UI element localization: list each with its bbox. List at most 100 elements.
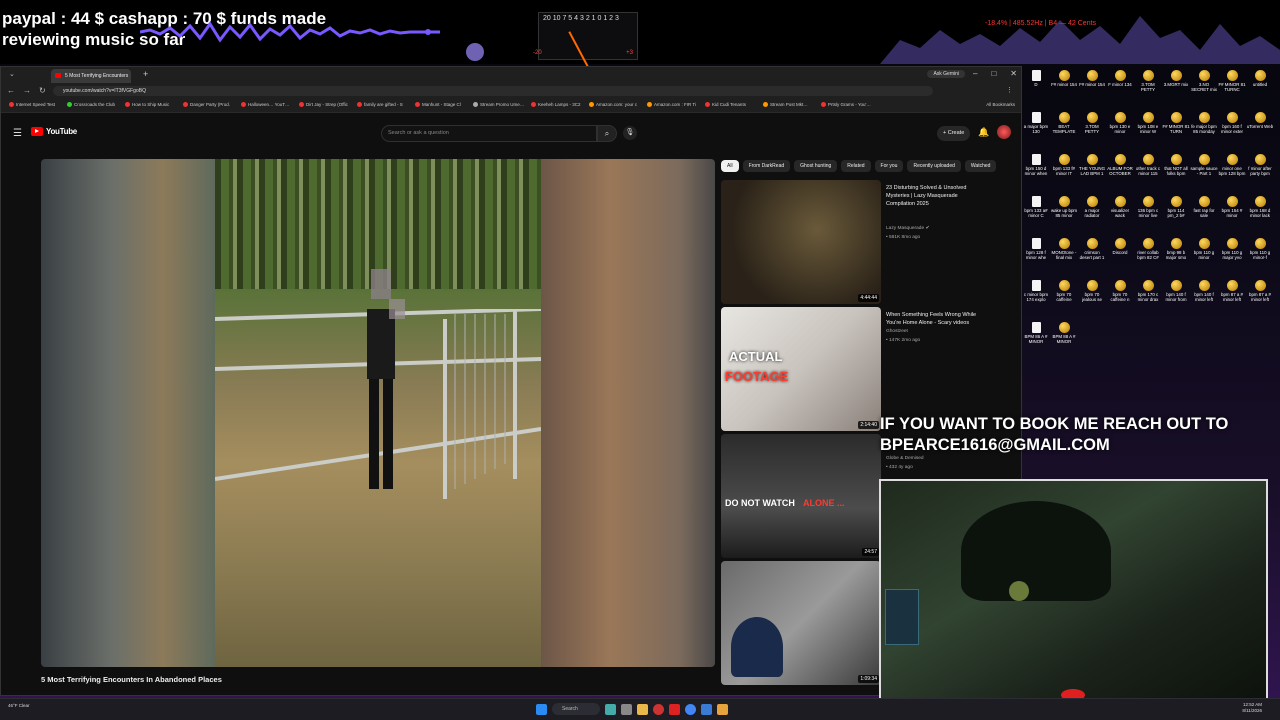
desktop-icon[interactable]: other track c minor 115: [1134, 152, 1162, 192]
bookmark-item[interactable]: family are gifted - S: [357, 102, 403, 108]
desktop-icon[interactable]: D: [1022, 68, 1050, 108]
search-button[interactable]: ⌕: [597, 125, 617, 142]
desktop-icon[interactable]: 3.TOM PETTY: [1078, 110, 1106, 150]
desktop-icon[interactable]: bpm 170 c minor drax: [1134, 278, 1162, 318]
bookmark-item[interactable]: Dirt Jay - Strep (Offic: [299, 102, 348, 108]
desktop-icon[interactable]: c minor bpm 174 explo: [1022, 278, 1050, 318]
youtube-logo[interactable]: YouTube: [31, 127, 77, 136]
desktop-icon[interactable]: bpm 110 g minor: [1190, 236, 1218, 276]
desktop-icon[interactable]: bpm 87 a # minor left: [1246, 278, 1274, 318]
recommendation-item[interactable]: ACTUAL FOOTAGE 2:14:40 When Something Fe…: [721, 307, 1021, 431]
bookmark-item[interactable]: Amazon.com : FIR Ti: [647, 102, 696, 108]
desktop-icon[interactable]: ALBUM FOR OCTOBER: [1106, 152, 1134, 192]
video-player[interactable]: [41, 159, 715, 667]
desktop-icon[interactable]: bpm 130 e minor: [1106, 110, 1134, 150]
desktop-icon[interactable]: bpm 110 g minor-f: [1246, 236, 1274, 276]
desktop-icon[interactable]: 3.MGRT mix: [1162, 68, 1190, 108]
desktop-icon[interactable]: sample sauce - Part 1: [1190, 152, 1218, 192]
ask-gemini-button[interactable]: Ask Gemini: [927, 70, 965, 78]
desktop-icon[interactable]: fe major bpm 85 monday: [1190, 110, 1218, 150]
desktop-icon[interactable]: F# minor 154: [1050, 68, 1078, 108]
desktop-icon[interactable]: fast rap for sale: [1190, 194, 1218, 234]
widgets-icon[interactable]: [621, 703, 632, 715]
desktop-icon[interactable]: river collab bpm 82 C#: [1134, 236, 1162, 276]
desktop-icon[interactable]: bpm 128 f minor whe: [1022, 236, 1050, 276]
app-icon[interactable]: [701, 703, 712, 715]
reload-icon[interactable]: ↻: [39, 86, 46, 95]
minimize-button[interactable]: –: [973, 69, 977, 78]
tab-active[interactable]: 5 Most Terrifying Encounters: [51, 69, 131, 83]
bookmark-item[interactable]: Amazon.com: your c: [589, 102, 637, 108]
bookmark-item[interactable]: Stream Post Mkt…: [763, 102, 808, 108]
app-icon[interactable]: [717, 703, 728, 715]
taskbar-search[interactable]: Search: [552, 703, 600, 715]
bookmark-item[interactable]: Keeheh Lamps - 3C2: [531, 102, 581, 108]
desktop-icon[interactable]: bpm 133 f# minor IT: [1050, 152, 1078, 192]
desktop-icon[interactable]: bpm 87 a # minor left: [1218, 278, 1246, 318]
hamburger-menu-icon[interactable]: ☰: [13, 128, 22, 139]
desktop-icon[interactable]: BPM 88 A # MINOR: [1050, 320, 1078, 360]
create-button[interactable]: + Create: [937, 126, 971, 141]
opera-icon[interactable]: [653, 703, 664, 715]
desktop-icon[interactable]: minor one bpm 128 bpm: [1218, 152, 1246, 192]
desktop-icon[interactable]: a major radiator: [1078, 194, 1106, 234]
youtube-icon[interactable]: [669, 703, 680, 715]
filter-chip[interactable]: Ghost hunting: [794, 160, 838, 172]
desktop-icon[interactable]: bpm 70 caffeine n: [1106, 278, 1134, 318]
desktop-icon[interactable]: visualizer wack: [1106, 194, 1134, 234]
bookmark-item[interactable]: Danger Party (Prod.: [183, 102, 230, 108]
bookmark-item[interactable]: Internet Speed Test: [9, 102, 55, 108]
bookmark-item[interactable]: Kid Cudi Tenants: [705, 102, 746, 108]
maximize-button[interactable]: □: [991, 69, 996, 78]
filter-chip[interactable]: For you: [874, 160, 904, 172]
desktop-icon[interactable]: bpm 168 d minor lack: [1246, 194, 1274, 234]
bookmark-item[interactable]: Stream Promo Ume…: [473, 102, 524, 108]
filter-chip[interactable]: Recently uploaded: [907, 160, 961, 172]
chrome-icon[interactable]: [685, 703, 696, 715]
desktop-icon[interactable]: bpm 70 caffeine: [1050, 278, 1078, 318]
desktop-icon[interactable]: 136 bpm c minor live: [1134, 194, 1162, 234]
desktop-icon[interactable]: bpm 140 f minor left: [1190, 278, 1218, 318]
video-title[interactable]: 5 Most Terrifying Encounters In Abandone…: [41, 675, 222, 684]
voice-search-button[interactable]: 🎙: [623, 126, 637, 140]
bookmark-item[interactable]: Halloween… YouT…: [241, 102, 290, 108]
bookmark-item[interactable]: Manhunt - Stage Cl: [415, 102, 461, 108]
recommendation-item[interactable]: 4:44:44 23 Disturbing Solved & Unsolved …: [721, 180, 1021, 304]
search-input[interactable]: Search or ask a question: [381, 125, 597, 142]
desktop-icon[interactable]: bpm 140 f minor from: [1162, 278, 1190, 318]
desktop-icon[interactable]: bmp 98 b major smo: [1162, 236, 1190, 276]
close-button[interactable]: ✕: [1010, 69, 1017, 78]
desktop-icon[interactable]: 3.NO SECRET mix: [1190, 68, 1218, 108]
notifications-bell-icon[interactable]: 🔔: [978, 127, 989, 138]
tab-list-icon[interactable]: ⌄: [9, 70, 15, 78]
desktop-icon[interactable]: bpm 110 g major yvo: [1218, 236, 1246, 276]
desktop-icon[interactable]: bpm 114 pm_2 b#: [1162, 194, 1190, 234]
bookmark-item[interactable]: Crossroads the Club: [67, 102, 115, 108]
desktop-icon[interactable]: F# MINOR 81 TURN: [1162, 110, 1190, 150]
new-tab-button[interactable]: +: [143, 69, 148, 79]
desktop-icon[interactable]: MONOtone - final mix: [1050, 236, 1078, 276]
bookmark-item[interactable]: Prtsly Grams - You'…: [821, 102, 871, 108]
avatar[interactable]: [997, 125, 1011, 139]
desktop-icon[interactable]: bpm 160 f minor exter: [1218, 110, 1246, 150]
desktop-icon[interactable]: 3.TOM PETTY: [1134, 68, 1162, 108]
filter-chip[interactable]: Watched: [964, 160, 997, 172]
desktop-icon[interactable]: wake up bpm 85 minor: [1050, 194, 1078, 234]
start-icon[interactable]: [536, 703, 547, 715]
desktop-icon[interactable]: bpm 70 jealous se: [1078, 278, 1106, 318]
forward-icon[interactable]: →: [23, 86, 31, 95]
desktop-icon[interactable]: BEAT TEMPLATE: [1050, 110, 1078, 150]
desktop-icon[interactable]: F# MINOR 81 TURNC: [1218, 68, 1246, 108]
desktop-icon[interactable]: THE YOUNG LAD BPM 1: [1078, 152, 1106, 192]
desktop-icon[interactable]: Discord: [1106, 236, 1134, 276]
desktop-icon[interactable]: bpm 108 e minor W: [1134, 110, 1162, 150]
filter-chip[interactable]: From DarkRead: [742, 160, 791, 172]
desktop-icon[interactable]: F minor 134: [1106, 68, 1134, 108]
desktop-icon[interactable]: a major bpm 130: [1022, 110, 1050, 150]
all-bookmarks[interactable]: All Bookmarks: [986, 102, 1015, 107]
desktop-icon[interactable]: that NOT all folks bpm: [1162, 152, 1190, 192]
file-explorer-icon[interactable]: [637, 703, 648, 715]
filter-chip[interactable]: All: [721, 160, 739, 172]
menu-icon[interactable]: ⋮: [1006, 86, 1013, 94]
system-clock[interactable]: 12:52 AM 8/11/2026: [1242, 702, 1262, 714]
